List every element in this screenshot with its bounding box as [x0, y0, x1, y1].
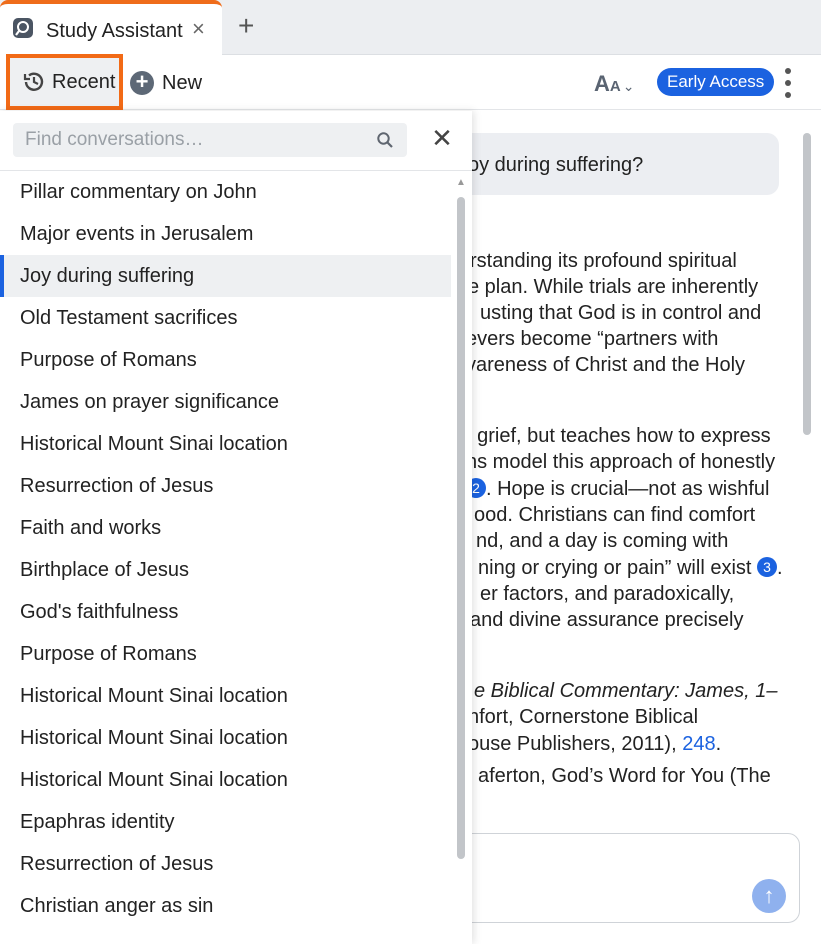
answer-line: ood. Christians can find comfort: [474, 504, 756, 526]
answer-line: 2. Hope is crucial—not as wishful: [466, 477, 769, 501]
answer-line-text: ning or crying or pain” will exist: [478, 557, 752, 579]
answer-line: usting that God is in control and: [480, 302, 762, 324]
footnote-period: .: [715, 733, 722, 755]
conversation-list: Pillar commentary on John Major events in…: [0, 171, 452, 944]
footnote-text: ouse Publishers, 2011),: [468, 733, 683, 755]
scroll-up-icon[interactable]: ▲: [456, 177, 466, 188]
question-text: oy during suffering?: [468, 154, 644, 176]
history-icon: [23, 72, 44, 91]
search-icon[interactable]: [376, 131, 394, 149]
conversation-item[interactable]: Purpose of Romans: [0, 633, 451, 675]
footnote-line: aferton, God’s Word for You (The: [478, 765, 771, 787]
answer-line: ning or crying or pain” will exist 3.: [478, 557, 783, 579]
conversation-item[interactable]: Major events in Jerusalem: [0, 213, 451, 255]
conversation-item[interactable]: Joy during suffering: [0, 255, 451, 297]
citation-badge[interactable]: 3: [757, 557, 777, 577]
answer-line: e plan. While trials are inherently: [468, 276, 759, 298]
more-dot: [785, 92, 791, 98]
more-dot: [785, 68, 791, 74]
footnote-page-link[interactable]: 248: [682, 733, 715, 755]
conversation-item[interactable]: Birthplace of Jesus: [0, 549, 451, 591]
chat-scrollbar-thumb[interactable]: [803, 133, 811, 435]
conversation-item[interactable]: God's faithfulness: [0, 591, 451, 633]
conversation-item[interactable]: Historical Mount Sinai location: [0, 717, 451, 759]
footnote-line: nfort, Cornerstone Biblical: [468, 706, 699, 728]
tab-close-icon[interactable]: ×: [192, 17, 205, 41]
answer-line: and divine assurance precisely: [470, 609, 744, 631]
recent-label: Recent: [52, 71, 116, 93]
answer-line: f grief, but teaches how to express: [466, 425, 771, 447]
tab-study-assistant[interactable]: Study Assistant ×: [0, 0, 222, 56]
early-access-badge[interactable]: Early Access: [657, 68, 775, 96]
study-assistant-icon: [13, 18, 33, 38]
conversation-search-input[interactable]: [25, 128, 365, 152]
recent-conversations-panel: ✕ Pillar commentary on JohnMajor events …: [0, 111, 472, 944]
font-size-button[interactable]: AA ⌄: [594, 71, 634, 97]
conversation-item[interactable]: Historical Mount Sinai location: [0, 423, 451, 465]
conversation-search: [13, 123, 407, 157]
font-size-icon-large: A: [594, 71, 610, 96]
message-composer[interactable]: [440, 833, 800, 923]
plus-circle-icon: +: [130, 71, 154, 95]
answer-line: ns model this approach of honestly: [466, 451, 776, 473]
tab-title: Study Assistant: [46, 20, 183, 42]
more-dot: [785, 80, 791, 86]
answer-line: rstanding its profound spiritual: [470, 250, 737, 272]
conversation-item[interactable]: Pillar commentary on John: [0, 171, 451, 213]
close-icon[interactable]: ✕: [430, 125, 454, 151]
new-conversation-button[interactable]: + New: [130, 70, 202, 96]
new-label: New: [162, 71, 203, 94]
chevron-down-icon: ⌄: [622, 78, 635, 94]
conversation-item[interactable]: Old Testament sacrifices: [0, 297, 451, 339]
footnote-line: ouse Publishers, 2011), 248.: [468, 732, 721, 756]
answer-line: er factors, and paradoxically,: [480, 583, 735, 605]
conversation-item[interactable]: Historical Mount Sinai location: [0, 759, 451, 801]
new-tab-icon[interactable]: +: [238, 11, 254, 41]
conversation-item[interactable]: Historical Mount Sinai location: [0, 675, 451, 717]
answer-line: evers become “partners with: [466, 328, 719, 350]
conversation-item[interactable]: James on prayer significance: [0, 381, 451, 423]
tab-strip: Study Assistant × +: [0, 0, 821, 56]
conversation-item[interactable]: Resurrection of Jesus: [0, 465, 451, 507]
answer-line-text: . Hope is crucial—not as wishful: [486, 478, 770, 500]
conversation-item[interactable]: Resurrection of Jesus: [0, 843, 451, 885]
conversation-item[interactable]: Purpose of Romans: [0, 339, 451, 381]
footnote-line: e Biblical Commentary: James, 1–: [474, 680, 778, 702]
answer-line: vareness of Christ and the Holy: [466, 354, 746, 376]
toolbar: Recent + New AA ⌄ Early Access: [0, 54, 821, 110]
conversation-item[interactable]: Christian anger as sin: [0, 885, 451, 927]
font-size-icon-small: A: [609, 78, 621, 95]
more-options-icon[interactable]: [780, 68, 796, 98]
recent-button[interactable]: Recent: [6, 54, 123, 110]
conversation-item[interactable]: Epaphras identity: [0, 801, 451, 843]
list-scrollbar-thumb[interactable]: [457, 197, 465, 859]
conversation-item[interactable]: Faith and works: [0, 507, 451, 549]
answer-line: nd, and a day is coming with: [476, 530, 729, 552]
send-icon[interactable]: ↑: [752, 879, 786, 913]
